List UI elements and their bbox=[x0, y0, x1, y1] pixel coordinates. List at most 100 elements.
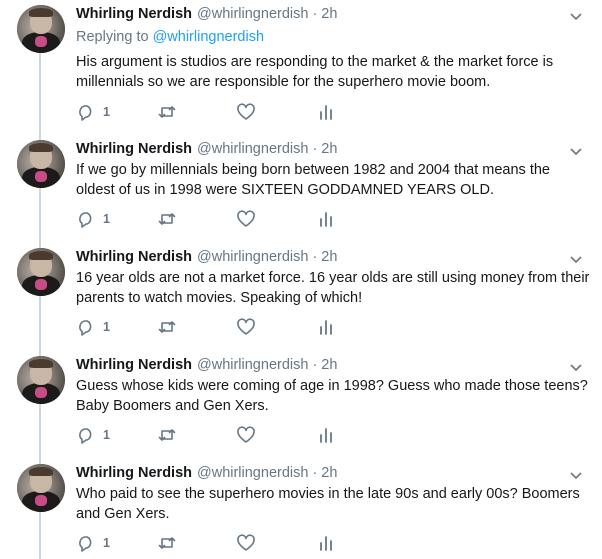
tweet-header: Whirling Nerdish @whirlingnerdish · 2h bbox=[76, 249, 337, 269]
tweet-text-line: oldest of us in 1998 were SIXTEEN GODDAM… bbox=[76, 182, 494, 198]
username[interactable]: @whirlingnerdish bbox=[197, 141, 308, 157]
tweet-text-line: millennials so we are responsible for th… bbox=[76, 74, 491, 90]
username[interactable]: @whirlingnerdish bbox=[197, 357, 308, 373]
retweet-icon bbox=[158, 321, 176, 333]
tweet-text-line: His argument is studios are responding t… bbox=[76, 54, 554, 70]
separator: · bbox=[312, 357, 318, 373]
tweet-text-line: parents to watch movies. Speaking of whi… bbox=[76, 290, 363, 306]
heart-icon bbox=[237, 103, 255, 120]
reply-icon bbox=[79, 320, 92, 336]
tweet-text-line: 16 year olds are not a market force. 16 … bbox=[76, 270, 590, 286]
reply-count: 1 bbox=[103, 536, 110, 550]
separator: · bbox=[312, 249, 318, 265]
heart-icon bbox=[237, 318, 255, 335]
analytics-icon bbox=[320, 212, 332, 227]
chevron-down-icon[interactable] bbox=[568, 251, 584, 267]
reply-button[interactable]: 1 bbox=[76, 317, 110, 337]
like-button[interactable] bbox=[236, 425, 256, 445]
tweet-header: Whirling Nerdish @whirlingnerdish · 2h bbox=[76, 465, 337, 485]
timestamp[interactable]: 2h bbox=[321, 249, 337, 265]
heart-icon bbox=[237, 210, 255, 227]
retweet-button[interactable] bbox=[157, 209, 177, 229]
separator: · bbox=[312, 141, 318, 157]
timestamp[interactable]: 2h bbox=[321, 141, 337, 157]
username[interactable]: @whirlingnerdish bbox=[197, 465, 308, 481]
replying-to: Replying to @whirlingnerdish bbox=[76, 29, 264, 45]
analytics-icon bbox=[320, 428, 332, 443]
display-name[interactable]: Whirling Nerdish bbox=[76, 6, 192, 22]
heart-icon bbox=[237, 534, 255, 551]
display-name[interactable]: Whirling Nerdish bbox=[76, 249, 192, 265]
display-name[interactable]: Whirling Nerdish bbox=[76, 141, 192, 157]
analytics-icon bbox=[320, 105, 332, 120]
analytics-button[interactable] bbox=[316, 533, 336, 553]
analytics-button[interactable] bbox=[316, 317, 336, 337]
heart-icon bbox=[237, 426, 255, 443]
tweet-text: Guess whose kids were coming of age in 1… bbox=[76, 376, 590, 416]
like-button[interactable] bbox=[236, 209, 256, 229]
like-button[interactable] bbox=[236, 317, 256, 337]
display-name[interactable]: Whirling Nerdish bbox=[76, 357, 192, 373]
reply-button[interactable]: 1 bbox=[76, 209, 110, 229]
retweet-button[interactable] bbox=[157, 425, 177, 445]
tweet[interactable]: Whirling Nerdish @whirlingnerdish · 2h W… bbox=[0, 461, 602, 559]
analytics-icon bbox=[320, 320, 332, 335]
timestamp[interactable]: 2h bbox=[321, 6, 337, 22]
chevron-down-icon[interactable] bbox=[568, 143, 584, 159]
tweet-text-line: Guess whose kids were coming of age in 1… bbox=[76, 378, 588, 394]
tweet-header: Whirling Nerdish @whirlingnerdish · 2h bbox=[76, 357, 337, 377]
chevron-down-icon[interactable] bbox=[568, 359, 584, 375]
like-button[interactable] bbox=[236, 533, 256, 553]
timestamp[interactable]: 2h bbox=[321, 357, 337, 373]
analytics-button[interactable] bbox=[316, 425, 336, 445]
reply-count: 1 bbox=[103, 105, 110, 119]
reply-button[interactable]: 1 bbox=[76, 533, 110, 553]
tweet-text-line: Baby Boomers and Gen Xers. bbox=[76, 398, 269, 414]
reply-button[interactable]: 1 bbox=[76, 102, 110, 122]
analytics-button[interactable] bbox=[316, 209, 336, 229]
chevron-down-icon[interactable] bbox=[568, 467, 584, 483]
retweet-icon bbox=[158, 537, 176, 549]
avatar[interactable] bbox=[17, 464, 65, 512]
separator: · bbox=[312, 6, 318, 22]
reply-count: 1 bbox=[103, 428, 110, 442]
tweet-text-line: and Gen Xers. bbox=[76, 506, 170, 522]
timestamp[interactable]: 2h bbox=[321, 465, 337, 481]
tweet[interactable]: Whirling Nerdish @whirlingnerdish · 2h I… bbox=[0, 137, 602, 237]
tweet-text: Who paid to see the superhero movies in … bbox=[76, 484, 590, 524]
display-name[interactable]: Whirling Nerdish bbox=[76, 465, 192, 481]
tweet[interactable]: Whirling Nerdish @whirlingnerdish · 2h 1… bbox=[0, 245, 602, 345]
separator: · bbox=[312, 465, 318, 481]
analytics-icon bbox=[320, 536, 332, 551]
retweet-icon bbox=[158, 213, 176, 225]
tweet-text: His argument is studios are responding t… bbox=[76, 52, 590, 92]
tweet-text: If we go by millennials being born betwe… bbox=[76, 160, 590, 200]
tweet-text-line: If we go by millennials being born betwe… bbox=[76, 162, 550, 178]
reply-button[interactable]: 1 bbox=[76, 425, 110, 445]
retweet-icon bbox=[158, 429, 176, 441]
tweet[interactable]: Whirling Nerdish @whirlingnerdish · 2h G… bbox=[0, 353, 602, 453]
tweet-header: Whirling Nerdish @whirlingnerdish · 2h bbox=[76, 6, 337, 26]
avatar[interactable] bbox=[17, 356, 65, 404]
tweet-header: Whirling Nerdish @whirlingnerdish · 2h bbox=[76, 141, 337, 161]
avatar[interactable] bbox=[17, 5, 65, 53]
like-button[interactable] bbox=[236, 102, 256, 122]
retweet-button[interactable] bbox=[157, 317, 177, 337]
retweet-icon bbox=[158, 106, 176, 118]
reply-icon bbox=[79, 105, 92, 121]
replying-handle-link[interactable]: @whirlingnerdish bbox=[153, 29, 264, 45]
reply-icon bbox=[79, 428, 92, 444]
avatar[interactable] bbox=[17, 248, 65, 296]
chevron-down-icon[interactable] bbox=[568, 8, 584, 24]
reply-icon bbox=[79, 212, 92, 228]
username[interactable]: @whirlingnerdish bbox=[197, 249, 308, 265]
tweet-text: 16 year olds are not a market force. 16 … bbox=[76, 268, 590, 308]
reply-icon bbox=[79, 536, 92, 552]
retweet-button[interactable] bbox=[157, 533, 177, 553]
tweet[interactable]: Whirling Nerdish @whirlingnerdish · 2h R… bbox=[0, 0, 602, 125]
tweet-text-line: Who paid to see the superhero movies in … bbox=[76, 486, 580, 502]
analytics-button[interactable] bbox=[316, 102, 336, 122]
retweet-button[interactable] bbox=[157, 102, 177, 122]
username[interactable]: @whirlingnerdish bbox=[197, 6, 308, 22]
avatar[interactable] bbox=[17, 140, 65, 188]
